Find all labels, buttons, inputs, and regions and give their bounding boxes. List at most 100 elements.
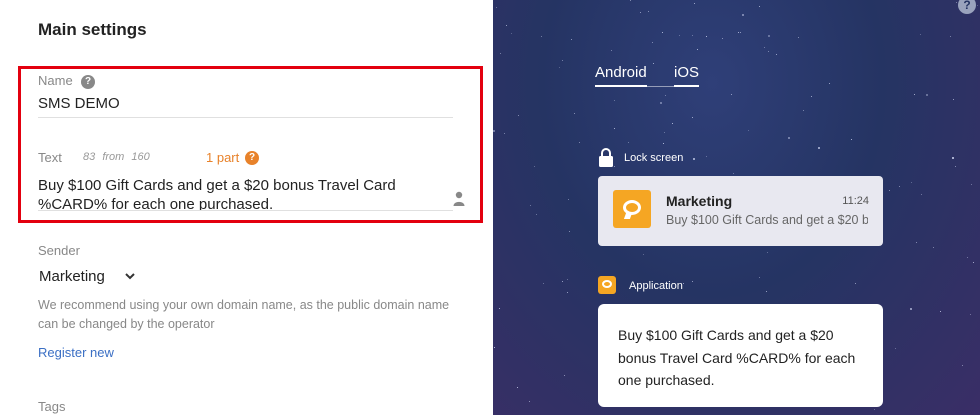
star xyxy=(742,14,744,16)
star xyxy=(851,139,852,140)
star xyxy=(574,113,575,114)
star xyxy=(914,94,915,95)
star xyxy=(543,283,544,284)
char-count: 83 xyxy=(83,151,96,163)
help-icon[interactable]: ? xyxy=(245,151,259,165)
star xyxy=(568,199,569,200)
lock-screen-notification: Marketing 11:24 Buy $100 Gift Cards and … xyxy=(598,176,883,246)
star xyxy=(660,102,662,104)
star xyxy=(630,0,631,1)
char-counter: 83 from 160 xyxy=(83,151,154,163)
star xyxy=(529,401,530,402)
star xyxy=(803,110,804,111)
star xyxy=(567,292,568,293)
star xyxy=(693,158,695,160)
star xyxy=(889,190,890,191)
text-label: Text xyxy=(38,150,62,165)
star xyxy=(970,314,971,315)
star xyxy=(664,132,665,133)
star xyxy=(683,283,684,284)
star xyxy=(798,37,799,38)
star xyxy=(788,137,790,139)
star xyxy=(759,6,760,7)
star xyxy=(500,53,501,54)
chat-bubble-icon xyxy=(613,190,651,228)
star xyxy=(706,156,707,157)
message-textarea[interactable]: Buy $100 Gift Cards and get a $20 bonus … xyxy=(38,176,438,210)
preview-panel: ? Android iOS Lock screen Marketing 11:2… xyxy=(493,0,980,415)
register-new-link[interactable]: Register new xyxy=(38,345,114,360)
star xyxy=(766,291,767,292)
star xyxy=(663,143,664,144)
star xyxy=(971,184,972,185)
help-icon[interactable]: ? xyxy=(958,0,976,14)
star xyxy=(920,34,921,35)
star xyxy=(496,7,497,8)
star xyxy=(692,281,693,282)
star xyxy=(776,54,777,55)
application-message-card: Buy $100 Gift Cards and get a $20 bonus … xyxy=(598,304,883,407)
lock-screen-label: Lock screen xyxy=(624,152,684,164)
name-input[interactable]: SMS DEMO xyxy=(38,95,120,112)
star xyxy=(692,117,693,118)
star xyxy=(648,11,649,12)
star xyxy=(511,33,512,34)
person-icon[interactable] xyxy=(453,191,465,207)
star xyxy=(911,182,912,183)
lock-icon xyxy=(599,148,613,167)
star xyxy=(517,387,518,388)
star xyxy=(916,242,917,243)
star xyxy=(767,252,768,253)
page-title: Main settings xyxy=(38,20,147,39)
sender-hint: We recommend using your own domain name,… xyxy=(38,298,450,331)
star xyxy=(614,128,615,129)
star xyxy=(579,142,580,143)
help-icon[interactable]: ? xyxy=(81,75,95,89)
star xyxy=(952,157,954,159)
star xyxy=(571,39,572,40)
sender-select[interactable]: Marketing xyxy=(39,268,105,285)
star xyxy=(652,42,653,43)
star xyxy=(567,279,568,280)
name-underline xyxy=(38,117,453,118)
star xyxy=(733,173,734,174)
star xyxy=(955,166,956,167)
star xyxy=(764,47,765,48)
star xyxy=(697,49,698,50)
star xyxy=(506,25,507,26)
tab-ios[interactable]: iOS xyxy=(674,64,700,87)
star xyxy=(530,205,531,206)
star xyxy=(940,311,941,312)
star xyxy=(494,347,495,348)
star xyxy=(829,83,830,84)
star xyxy=(640,12,641,13)
star xyxy=(910,308,912,310)
application-message-body: Buy $100 Gift Cards and get a $20 bonus … xyxy=(618,327,856,388)
sender-label: Sender xyxy=(38,243,80,258)
chat-bubble-icon xyxy=(598,276,616,294)
application-label: Application xyxy=(629,280,683,292)
star xyxy=(855,283,856,284)
star xyxy=(493,130,495,132)
star xyxy=(692,35,693,36)
star xyxy=(731,94,732,95)
star xyxy=(818,147,820,149)
star xyxy=(722,38,723,39)
star xyxy=(504,133,505,134)
star xyxy=(614,166,615,167)
star xyxy=(679,35,680,36)
star xyxy=(518,115,519,116)
star xyxy=(768,35,770,37)
star xyxy=(569,231,570,232)
main-settings-panel: Main settings Name ? SMS DEMO Text 83 fr… xyxy=(0,0,493,415)
star xyxy=(672,123,673,124)
star xyxy=(748,130,749,131)
chevron-down-icon[interactable] xyxy=(124,271,136,281)
tab-android[interactable]: Android xyxy=(595,64,647,87)
star xyxy=(499,308,500,309)
star xyxy=(956,2,957,3)
star xyxy=(811,96,812,97)
notification-title: Marketing xyxy=(666,193,733,209)
star xyxy=(950,36,951,37)
parts-count: 1 part xyxy=(206,150,240,165)
